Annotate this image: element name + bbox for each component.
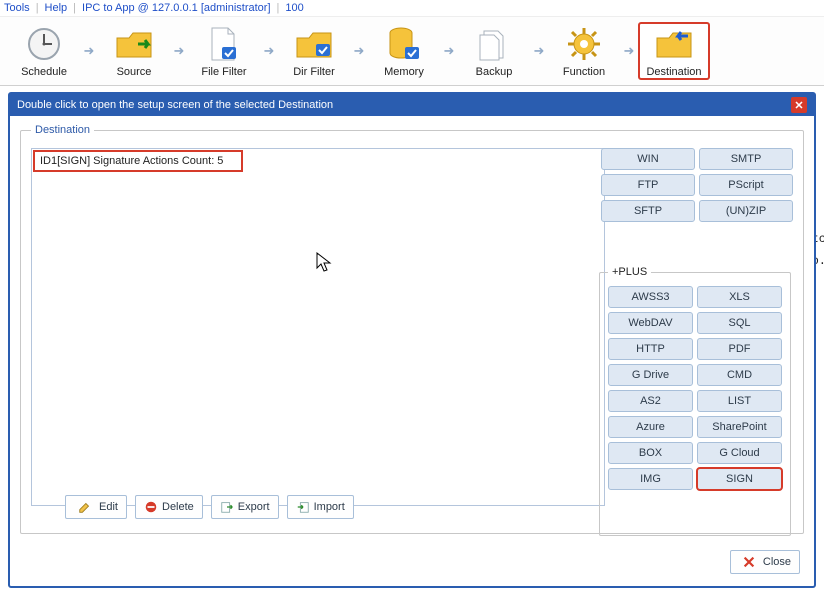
close-button[interactable]: Close	[730, 550, 800, 574]
plus-group: +PLUS AWSS3 XLS WebDAV SQL HTTP PDF G Dr…	[599, 266, 791, 536]
function-label: Function	[549, 66, 619, 78]
destination-button[interactable]: Destination	[638, 22, 710, 80]
schedule-button[interactable]: Schedule	[8, 21, 80, 81]
sharepoint-button[interactable]: SharePoint	[697, 416, 782, 438]
action-buttons: Edit Delete Export Import	[65, 495, 354, 519]
panel-titlebar: Double click to open the setup screen of…	[10, 94, 814, 116]
import-label: Import	[314, 501, 345, 513]
file-filter-label: File Filter	[189, 66, 259, 78]
arrow-icon: ➜	[622, 43, 636, 59]
destination-label: Destination	[640, 66, 708, 78]
pscript-button[interactable]: PScript	[699, 174, 793, 196]
img-button[interactable]: IMG	[608, 468, 693, 490]
function-button[interactable]: Function	[548, 21, 620, 81]
pdf-button[interactable]: PDF	[697, 338, 782, 360]
x-icon	[742, 555, 756, 569]
memory-label: Memory	[369, 66, 439, 78]
sql-button[interactable]: SQL	[697, 312, 782, 334]
smtp-button[interactable]: SMTP	[699, 148, 793, 170]
arrow-icon: ➜	[82, 43, 96, 59]
source-label: Source	[99, 66, 169, 78]
menu-sep: |	[277, 2, 280, 14]
xls-button[interactable]: XLS	[697, 286, 782, 308]
file-check-icon	[200, 24, 248, 64]
menu-help[interactable]: Help	[45, 2, 68, 14]
menu-sep: |	[36, 2, 39, 14]
arrow-icon: ➜	[172, 43, 186, 59]
arrow-icon: ➜	[262, 43, 276, 59]
gcloud-button[interactable]: G Cloud	[697, 442, 782, 464]
clock-icon	[20, 24, 68, 64]
delete-button[interactable]: Delete	[135, 495, 203, 519]
cmd-button[interactable]: CMD	[697, 364, 782, 386]
dir-filter-label: Dir Filter	[279, 66, 349, 78]
list-button[interactable]: LIST	[697, 390, 782, 412]
toolbar: Schedule ➜ Source ➜ File Filter ➜ Dir Fi…	[0, 16, 824, 86]
export-icon	[220, 500, 234, 514]
destination-list[interactable]: ID1[SIGN] Signature Actions Count: 5	[31, 148, 605, 506]
source-button[interactable]: Source	[98, 21, 170, 81]
import-icon	[296, 500, 310, 514]
plus-legend: +PLUS	[608, 266, 651, 278]
ftp-button[interactable]: FTP	[601, 174, 695, 196]
schedule-label: Schedule	[9, 66, 79, 78]
azure-button[interactable]: Azure	[608, 416, 693, 438]
menu-number: 100	[285, 2, 303, 14]
arrow-icon: ➜	[442, 43, 456, 59]
files-icon	[470, 24, 518, 64]
file-filter-button[interactable]: File Filter	[188, 21, 260, 81]
destination-legend: Destination	[31, 124, 94, 136]
close-label: Close	[763, 556, 791, 568]
backup-button[interactable]: Backup	[458, 21, 530, 81]
destination-group: Destination ID1[SIGN] Signature Actions …	[20, 124, 804, 534]
folder-arrow-icon	[110, 24, 158, 64]
dir-filter-button[interactable]: Dir Filter	[278, 21, 350, 81]
list-item[interactable]: ID1[SIGN] Signature Actions Count: 5	[33, 150, 243, 172]
menu-bar: Tools | Help | IPC to App @ 127.0.0.1 [a…	[0, 0, 824, 16]
pencil-icon	[78, 500, 92, 514]
protocol-buttons: WIN SMTP FTP PScript SFTP (UN)ZIP	[601, 148, 793, 222]
webdav-button[interactable]: WebDAV	[608, 312, 693, 334]
menu-sep: |	[73, 2, 76, 14]
memory-button[interactable]: Memory	[368, 21, 440, 81]
edit-button[interactable]: Edit	[65, 495, 127, 519]
import-button[interactable]: Import	[287, 495, 354, 519]
arrow-icon: ➜	[352, 43, 366, 59]
edit-label: Edit	[99, 501, 118, 513]
sign-button[interactable]: SIGN	[697, 468, 782, 490]
menu-tools[interactable]: Tools	[4, 2, 30, 14]
backup-label: Backup	[459, 66, 529, 78]
folder-check-icon	[290, 24, 338, 64]
unzip-button[interactable]: (UN)ZIP	[699, 200, 793, 222]
export-button[interactable]: Export	[211, 495, 279, 519]
as2-button[interactable]: AS2	[608, 390, 693, 412]
delete-label: Delete	[162, 501, 194, 513]
close-icon[interactable]: ✕	[791, 97, 807, 113]
folder-in-icon	[650, 24, 698, 64]
export-label: Export	[238, 501, 270, 513]
win-button[interactable]: WIN	[601, 148, 695, 170]
sftp-button[interactable]: SFTP	[601, 200, 695, 222]
arrow-icon: ➜	[532, 43, 546, 59]
gdrive-button[interactable]: G Drive	[608, 364, 693, 386]
http-button[interactable]: HTTP	[608, 338, 693, 360]
panel-title-text: Double click to open the setup screen of…	[17, 99, 333, 111]
awss3-button[interactable]: AWSS3	[608, 286, 693, 308]
delete-icon	[144, 500, 158, 514]
box-button[interactable]: BOX	[608, 442, 693, 464]
destination-panel: Double click to open the setup screen of…	[8, 92, 816, 588]
database-icon	[380, 24, 428, 64]
gear-icon	[560, 24, 608, 64]
menu-connection: IPC to App @ 127.0.0.1 [administrator]	[82, 2, 271, 14]
